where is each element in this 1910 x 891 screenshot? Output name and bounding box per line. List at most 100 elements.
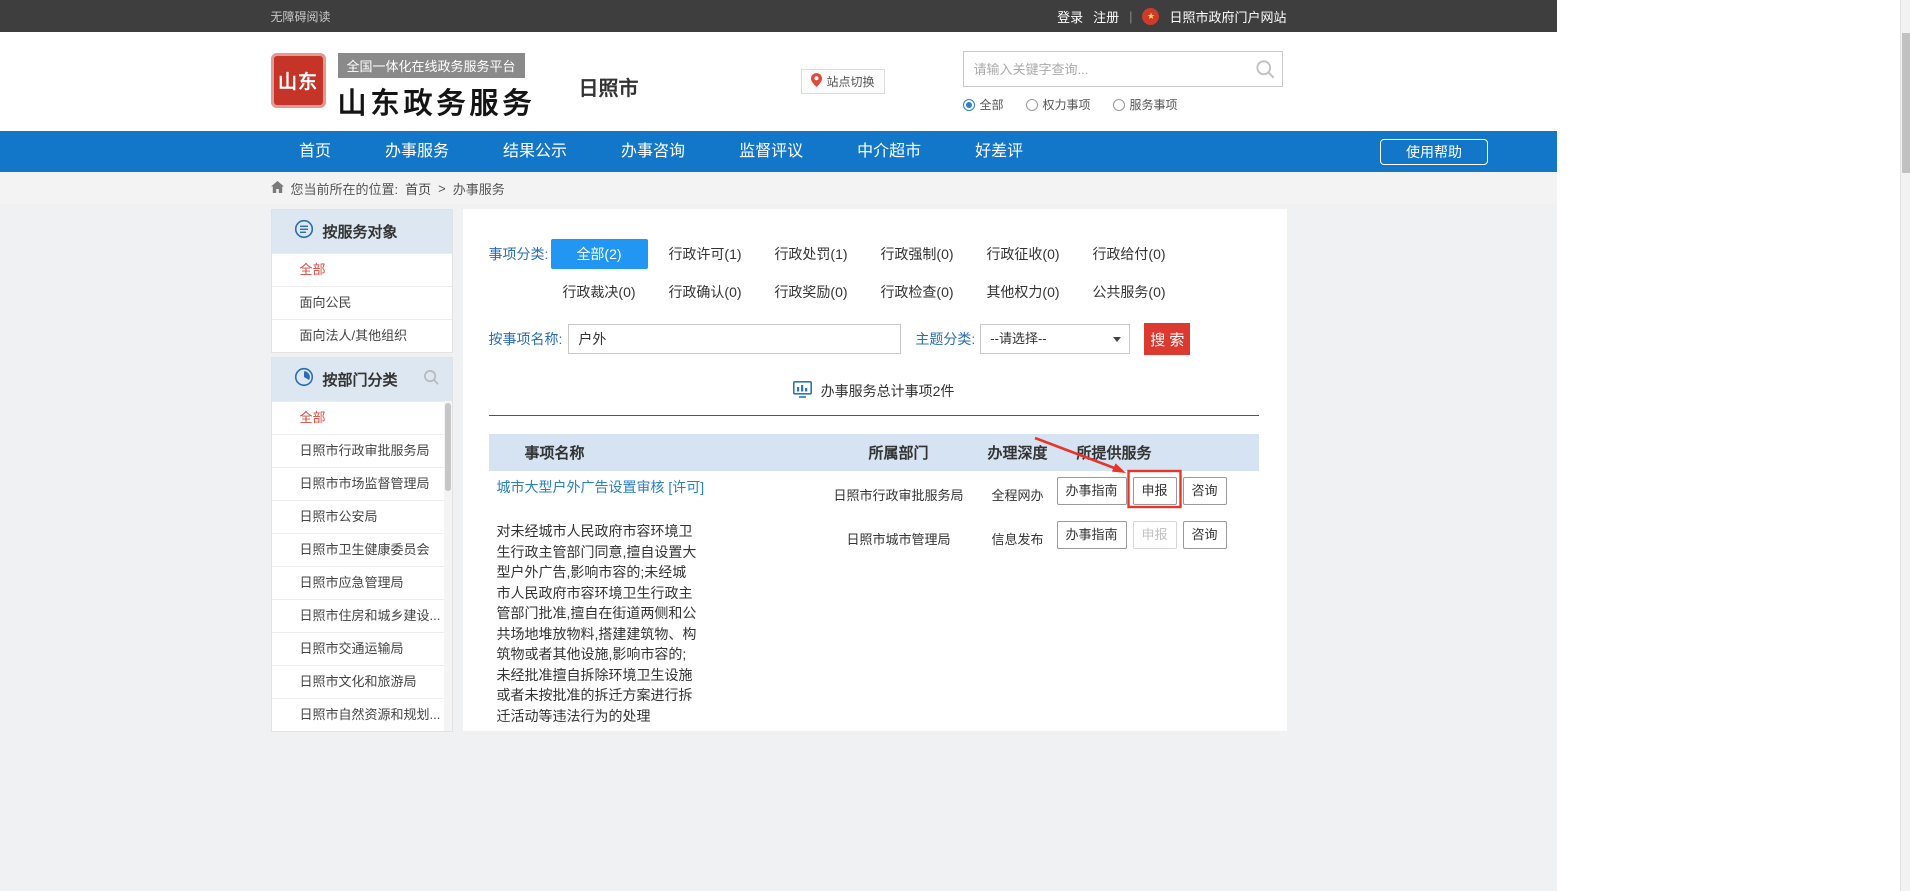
radio-icon	[963, 99, 975, 111]
col-header-name: 事项名称	[489, 442, 819, 463]
nav-item-agency-market[interactable]: 中介超市	[830, 131, 948, 172]
filter-option[interactable]: 行政给付(0)	[1081, 239, 1178, 269]
dept-item[interactable]: 日照市公安局	[272, 500, 452, 533]
item-depth-cell: 信息发布	[979, 521, 1057, 726]
filter-option[interactable]: 行政裁决(0)	[551, 277, 648, 307]
department-scrollbar-thumb[interactable]	[445, 403, 451, 491]
platform-tag: 全国一体化在线政务服务平台	[338, 53, 525, 78]
filter-option[interactable]: 其他权力(0)	[975, 277, 1072, 307]
nav-item-results[interactable]: 结果公示	[476, 131, 594, 172]
category-filter: 事项分类: 全部(2) 行政许可(1) 行政处罚(1) 行政强制(0) 行政征收…	[489, 239, 1259, 307]
department-scrollbar[interactable]	[444, 401, 452, 731]
item-link[interactable]: 城市大型户外广告设置审核 [许可]	[497, 479, 705, 495]
shandong-seal-icon: 山东	[271, 53, 326, 108]
divider	[489, 415, 1259, 416]
scope-label: 全部	[980, 96, 1004, 113]
location-pin-icon	[811, 73, 822, 90]
page: 无障碍阅读 登录 注册 | ★ 日照市政府门户网站 山东 全国一体化在线政务服务…	[0, 0, 1557, 891]
scope-label: 服务事项	[1130, 96, 1178, 113]
filter-option[interactable]: 公共服务(0)	[1081, 277, 1178, 307]
filter-option[interactable]: 行政奖励(0)	[763, 277, 860, 307]
keyword-search-input[interactable]	[964, 52, 1282, 86]
nav-item-review[interactable]: 好差评	[948, 131, 1050, 172]
col-header-department: 所属部门	[819, 442, 979, 463]
site-logo[interactable]: 山东 全国一体化在线政务服务平台 山东政务服务	[271, 53, 536, 122]
item-services-cell: 办事指南 申报 咨询	[1057, 521, 1259, 726]
site-switch-button[interactable]: 站点切换	[801, 69, 885, 94]
apply-button[interactable]: 申报	[1133, 477, 1177, 505]
dept-item[interactable]: 日照市住房和城乡建设...	[272, 599, 452, 632]
search-icon[interactable]	[1255, 59, 1276, 85]
item-depth-cell: 全程网办	[979, 477, 1057, 505]
filter-option[interactable]: 行政检查(0)	[869, 277, 966, 307]
register-link[interactable]: 注册	[1093, 7, 1119, 26]
item-department-cell: 日照市行政审批服务局	[819, 477, 979, 505]
topic-select[interactable]: --请选择--	[980, 324, 1130, 354]
department-block: 按部门分类 全部 日照市行政审批服务局 日照市市场监督管理局 日照市公安局 日照…	[271, 357, 453, 732]
item-department-cell: 日照市城市管理局	[819, 521, 979, 726]
scope-label: 权力事项	[1043, 96, 1091, 113]
site-switch-label: 站点切换	[827, 73, 875, 90]
filter-option[interactable]: 行政强制(0)	[869, 239, 966, 269]
filter-option[interactable]: 行政确认(0)	[657, 277, 754, 307]
results-table: 事项名称 所属部门 办理深度 所提供服务 城市大型户外广告设置审核 [许可] 日…	[489, 434, 1259, 731]
dept-item[interactable]: 日照市自然资源和规划...	[272, 698, 452, 731]
summary-text: 办事服务总计事项2件	[821, 381, 955, 401]
guide-button[interactable]: 办事指南	[1057, 521, 1127, 549]
main-nav: 首页 办事服务 结果公示 办事咨询 监督评议 中介超市 好差评 使用帮助	[0, 131, 1557, 172]
consult-button[interactable]: 咨询	[1183, 477, 1227, 505]
filter-option[interactable]: 行政许可(1)	[657, 239, 754, 269]
col-header-depth: 办理深度	[979, 442, 1057, 463]
breadcrumb-home-link[interactable]: 首页	[405, 179, 431, 198]
accessibility-link[interactable]: 无障碍阅读	[271, 8, 331, 25]
dept-item-all[interactable]: 全部	[272, 401, 452, 434]
main-panel: 事项分类: 全部(2) 行政许可(1) 行政处罚(1) 行政强制(0) 行政征收…	[463, 209, 1287, 731]
search-scope-group: 全部 权力事项 服务事项	[963, 96, 1178, 113]
filter-option-active[interactable]: 全部(2)	[551, 239, 648, 269]
scope-radio-all[interactable]: 全部	[963, 96, 1004, 113]
dept-item[interactable]: 日照市行政审批服务局	[272, 434, 452, 467]
category-filter-options: 全部(2) 行政许可(1) 行政处罚(1) 行政强制(0) 行政征收(0) 行政…	[551, 239, 1187, 307]
login-link[interactable]: 登录	[1057, 7, 1083, 26]
nav-item-services[interactable]: 办事服务	[358, 131, 476, 172]
table-row: 对未经城市人民政府市容环境卫生行政主管部门同意,擅自设置大型户外广告,影响市容的…	[489, 515, 1259, 731]
nav-item-consult[interactable]: 办事咨询	[594, 131, 712, 172]
nav-item-supervision[interactable]: 监督评议	[712, 131, 830, 172]
nav-item-home[interactable]: 首页	[272, 131, 358, 172]
scope-radio-power-items[interactable]: 权力事项	[1026, 96, 1091, 113]
filter-option[interactable]: 行政征收(0)	[975, 239, 1072, 269]
consult-button[interactable]: 咨询	[1183, 521, 1227, 549]
dept-item[interactable]: 日照市应急管理局	[272, 566, 452, 599]
breadcrumb-row: 您当前所在的位置: 首页 > 办事服务	[0, 172, 1557, 204]
national-emblem-icon: ★	[1142, 8, 1159, 25]
nav-menu: 首页 办事服务 结果公示 办事咨询 监督评议 中介超市 好差评	[272, 131, 1050, 172]
item-name-cell: 对未经城市人民政府市容环境卫生行政主管部门同意,擅自设置大型户外广告,影响市容的…	[489, 521, 697, 726]
bar-chart-icon	[793, 381, 812, 401]
search-button[interactable]: 搜 索	[1144, 323, 1190, 355]
breadcrumb: 您当前所在的位置: 首页 > 办事服务	[271, 172, 1287, 204]
dept-item[interactable]: 日照市卫生健康委员会	[272, 533, 452, 566]
department-list: 全部 日照市行政审批服务局 日照市市场监督管理局 日照市公安局 日照市卫生健康委…	[272, 401, 452, 731]
dept-item[interactable]: 日照市市场监督管理局	[272, 467, 452, 500]
sidebar-item-legal-persons[interactable]: 面向法人/其他组织	[272, 319, 452, 352]
portal-link[interactable]: 日照市政府门户网站	[1169, 7, 1286, 26]
dept-item[interactable]: 日照市文化和旅游局	[272, 665, 452, 698]
browser-scrollbar-thumb[interactable]	[1902, 33, 1910, 173]
filter-option[interactable]: 行政处罚(1)	[763, 239, 860, 269]
scope-radio-service-items[interactable]: 服务事项	[1113, 96, 1178, 113]
browser-scrollbar[interactable]	[1900, 0, 1910, 891]
dept-item[interactable]: 日照市交通运输局	[272, 632, 452, 665]
item-name-input[interactable]	[568, 324, 901, 354]
department-icon	[294, 367, 314, 392]
help-button[interactable]: 使用帮助	[1380, 139, 1488, 165]
sidebar-item-citizens[interactable]: 面向公民	[272, 286, 452, 319]
sidebar-item-target-all[interactable]: 全部	[272, 253, 452, 286]
breadcrumb-separator: >	[438, 181, 446, 196]
site-name: 山东政务服务	[338, 80, 536, 122]
service-target-title: 按服务对象	[323, 221, 440, 242]
service-target-header: 按服务对象	[272, 210, 452, 253]
department-search-icon[interactable]	[423, 369, 440, 391]
guide-button[interactable]: 办事指南	[1057, 477, 1127, 505]
topic-select-value: --请选择--	[990, 331, 1046, 346]
logo-text: 全国一体化在线政务服务平台 山东政务服务	[338, 53, 536, 122]
